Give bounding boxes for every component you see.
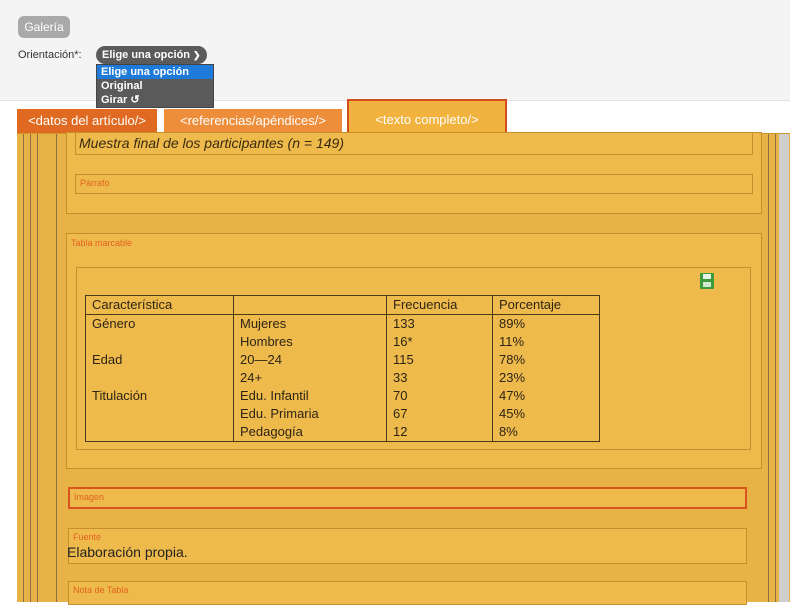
table-cell: 33 [386,369,493,387]
nesting-line [56,134,57,602]
table-cell: 11% [492,333,600,351]
tab-references-appendices[interactable]: <referencias/apéndices/> [164,109,342,133]
table-cell: 23% [492,369,600,387]
right-gutter [779,134,789,602]
tab-article-data[interactable]: <datos del artículo/> [17,109,157,133]
nesting-line [775,134,776,602]
table-row: Titulación Edu. Infantil 70 47% [85,387,600,405]
data-table: Característica Frecuencia Porcentaje Gén… [85,295,600,442]
table-cell: 78% [492,351,600,369]
orientation-selected-value: Elige una opción [102,49,191,61]
source-label: Fuente [73,532,102,542]
orientation-option[interactable]: Elige una opción [97,65,213,79]
table-row: Edu. Primaria 67 45% [85,405,600,423]
orientation-label: Orientación*: [18,49,82,61]
paragraph-label: Párrafo [80,178,110,188]
table-header-cell [233,295,387,315]
table-cell: 67 [386,405,493,423]
table-cell [85,369,234,387]
table-cell: Pedagogía [233,423,387,442]
top-toolbar: Galería Orientación*: Elige una opción ❯ … [0,0,790,108]
source-text: Elaboración propia. [67,544,188,560]
table-cell: Edad [85,351,234,369]
tab-full-text[interactable]: <texto completo/> [347,99,507,133]
table-header-cell: Porcentaje [492,295,600,315]
table-cell: 115 [386,351,493,369]
table-header-row: Característica Frecuencia Porcentaje [85,295,600,315]
table-cell [85,405,234,423]
orientation-dropdown-list: Elige una opción Original Girar ↺ [96,64,214,108]
table-cell: 24+ [233,369,387,387]
table-cell: 70 [386,387,493,405]
caption-text: Muestra final de los participantes (n = … [79,135,344,151]
table-cell: Edu. Primaria [233,405,387,423]
table-cell: 16* [386,333,493,351]
table-note-field[interactable]: Nota de Tabla [68,581,747,605]
table-header-cell: Frecuencia [386,295,493,315]
nesting-line [768,134,769,602]
table-cell: Titulación [85,387,234,405]
image-label: Imagen [74,492,105,502]
table-cell: 12 [386,423,493,442]
table-cell [85,423,234,442]
orientation-select[interactable]: Elige una opción ❯ [96,46,207,64]
table-cell: Mujeres [233,314,387,333]
table-row: Hombres 16* 11% [85,333,600,351]
nesting-line [23,134,24,602]
table-row: Pedagogía 12 8% [85,423,600,442]
caption-field[interactable]: Muestra final de los participantes (n = … [75,133,753,155]
table-note-label: Nota de Tabla [73,585,129,595]
table-cell: Edu. Infantil [233,387,387,405]
orientation-option[interactable]: Girar ↺ [97,93,213,107]
nesting-line [30,134,31,602]
table-cell: 89% [492,314,600,333]
table-cell: 8% [492,423,600,442]
table-cell [85,333,234,351]
image-field[interactable]: Imagen [68,487,747,509]
save-icon[interactable] [700,273,714,289]
nesting-line [37,134,38,602]
table-row: 24+ 33 23% [85,369,600,387]
table-header-cell: Característica [85,295,234,315]
table-cell: 133 [386,314,493,333]
paragraph-field[interactable]: Párrafo [75,174,753,194]
table-row: Género Mujeres 133 89% [85,314,600,333]
gallery-button[interactable]: Galería [18,16,70,38]
table-cell: Género [85,314,234,333]
table-cell: 47% [492,387,600,405]
section-box: Muestra final de los participantes (n = … [66,132,762,214]
table-row: Edad 20—24 115 78% [85,351,600,369]
table-cell: 20—24 [233,351,387,369]
source-field[interactable]: Fuente Elaboración propia. [67,528,747,564]
orientation-option[interactable]: Original [97,79,213,93]
table-cell: Hombres [233,333,387,351]
table-section-label: Tabla marcable [71,238,133,248]
editor-content-area: Muestra final de los participantes (n = … [17,132,790,605]
chevron-down-icon: ❯ [193,50,201,60]
table-cell: 45% [492,405,600,423]
